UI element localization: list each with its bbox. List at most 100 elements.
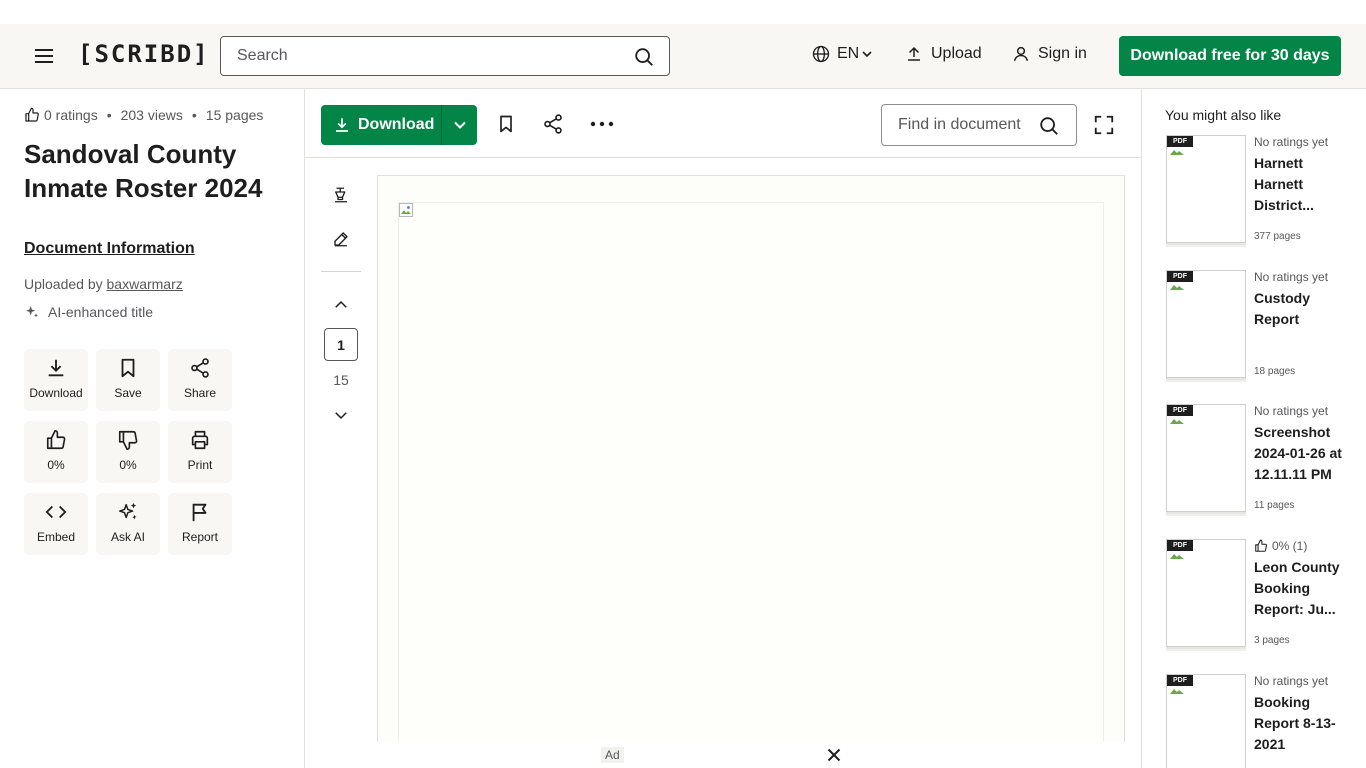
previous-page-button[interactable] <box>332 296 350 314</box>
print-action-label: Print <box>187 458 213 472</box>
thumbs-up-icon <box>1255 539 1267 552</box>
share-button[interactable] <box>542 113 564 135</box>
recommendation-item[interactable]: PDF No ratings yet Harnett Harnett Distr… <box>1166 135 1356 255</box>
find-in-document-input[interactable] <box>898 105 1038 145</box>
bookmark-icon <box>500 115 512 133</box>
broken-image-icon <box>1170 285 1184 290</box>
share-icon <box>191 358 209 378</box>
current-page-input[interactable]: 1 <box>324 328 358 361</box>
document-title: Sandoval County Inmate Roster 2024 <box>24 139 263 203</box>
next-page-button[interactable] <box>332 406 350 424</box>
fullscreen-button[interactable] <box>1093 114 1115 136</box>
document-thumbnail[interactable]: PDF <box>1166 404 1246 512</box>
print-action-button[interactable]: Print <box>168 421 232 483</box>
close-ad-button[interactable] <box>827 748 841 762</box>
recommendation-title[interactable]: Screenshot 2024-01-26 at 12.11.11 PM <box>1254 422 1354 485</box>
recommendation-pages: 377 pages <box>1254 231 1301 242</box>
download-label: Download <box>358 116 435 133</box>
recommendation-item[interactable]: PDF No ratings yet Custody Report 18 pag… <box>1166 270 1356 390</box>
embed-action-button[interactable]: Embed <box>24 493 88 555</box>
language-selector[interactable]: EN <box>812 45 872 63</box>
recommendation-rating: No ratings yet <box>1254 404 1329 418</box>
recommendation-pages: 3 pages <box>1254 635 1290 646</box>
recommendation-title[interactable]: Custody Report <box>1254 288 1354 330</box>
pages-count: 15 pages <box>205 107 264 123</box>
more-options-button[interactable] <box>590 117 614 131</box>
document-stats: 0 ratings • 203 views • 15 pages <box>24 107 263 123</box>
recommendation-rating: No ratings yet <box>1254 270 1329 284</box>
total-pages: 15 <box>333 372 349 388</box>
ratings-count: 0 ratings <box>44 107 98 123</box>
upload-label: Upload <box>931 45 982 62</box>
download-action-label: Download <box>29 386 83 400</box>
fullscreen-icon <box>1094 115 1114 135</box>
recommendation-rating: No ratings yet <box>1254 135 1329 149</box>
recommendation-item[interactable]: PDF No ratings yet Screenshot 2024-01-26… <box>1166 404 1356 524</box>
search-icon[interactable] <box>633 46 655 68</box>
save-action-label: Save <box>114 386 142 400</box>
pencil-icon <box>334 232 348 247</box>
chevron-up-icon <box>335 300 347 308</box>
recommendation-item[interactable]: PDF No ratings yet Booking Report 8-13-2… <box>1166 674 1356 768</box>
download-icon <box>336 118 348 132</box>
highlighter-icon <box>335 187 347 203</box>
recommendation-title[interactable]: Leon County Booking Report: Ju... <box>1254 557 1354 620</box>
document-thumbnail[interactable]: PDF <box>1166 270 1246 378</box>
document-information-link[interactable]: Document Information <box>24 240 195 258</box>
share-action-button[interactable]: Share <box>168 349 232 411</box>
recommendation-item[interactable]: PDF 0% (1) Leon County Booking Report: J… <box>1166 539 1356 659</box>
close-icon <box>827 748 841 762</box>
document-info-panel: 0 ratings • 203 views • 15 pages Sandova… <box>0 89 305 768</box>
sign-in-label: Sign in <box>1038 45 1087 62</box>
recommendation-rating: 0% (1) <box>1254 539 1307 553</box>
search-icon[interactable] <box>1038 115 1060 137</box>
broken-image-icon <box>1170 554 1184 559</box>
code-icon <box>45 505 67 519</box>
broken-image-icon <box>1170 419 1184 424</box>
sign-in-button[interactable]: Sign in <box>1012 45 1087 63</box>
ai-enhanced-title-note: AI-enhanced title <box>24 304 153 320</box>
highlight-tool-button[interactable] <box>332 186 350 204</box>
more-horizontal-icon <box>590 121 614 127</box>
chevron-down-icon <box>862 49 872 59</box>
recommendation-title[interactable]: Booking Report 8-13-2021 <box>1254 692 1354 755</box>
share-icon <box>544 114 562 134</box>
share-action-label: Share <box>183 386 217 400</box>
download-button[interactable]: Download <box>321 105 441 145</box>
like-action-button[interactable]: 0% <box>24 421 88 483</box>
recommendation-title[interactable]: Harnett Harnett District... <box>1254 153 1354 216</box>
broken-image-icon <box>1170 150 1184 155</box>
document-thumbnail[interactable]: PDF <box>1166 674 1246 768</box>
dislike-percentage: 0% <box>119 458 137 472</box>
sparkle-icon <box>24 304 40 320</box>
globe-icon <box>812 45 830 63</box>
scribd-logo[interactable]: [SCRIBD] <box>78 40 210 68</box>
search-box[interactable] <box>220 36 670 76</box>
download-free-trial-button[interactable]: Download free for 30 days <box>1119 36 1341 76</box>
search-input[interactable] <box>237 37 627 75</box>
download-icon <box>48 359 64 377</box>
upload-button[interactable]: Upload <box>905 45 982 63</box>
document-thumbnail[interactable]: PDF <box>1166 135 1246 243</box>
document-thumbnail[interactable]: PDF <box>1166 539 1246 647</box>
ai-enhanced-label: AI-enhanced title <box>48 304 154 320</box>
save-action-button[interactable]: Save <box>96 349 160 411</box>
uploader-link[interactable]: baxwarmarz <box>107 276 183 292</box>
embed-action-label: Embed <box>36 530 76 544</box>
download-action-button[interactable]: Download <box>24 349 88 411</box>
document-actions: Download Save Share 0% 0% Print Embed As… <box>24 349 232 555</box>
find-in-document-box[interactable] <box>881 104 1077 146</box>
menu-icon[interactable] <box>32 44 56 68</box>
viewer-side-tools: 1 15 <box>305 158 377 768</box>
dislike-action-button[interactable]: 0% <box>96 421 160 483</box>
ask-ai-action-button[interactable]: Ask AI <box>96 493 160 555</box>
bookmark-icon <box>121 358 135 378</box>
broken-image-icon <box>399 203 415 219</box>
download-options-button[interactable] <box>441 105 477 145</box>
save-bookmark-button[interactable] <box>496 113 516 135</box>
thumbs-up-icon <box>46 430 66 450</box>
annotate-tool-button[interactable] <box>332 230 350 248</box>
ad-label: Ad <box>601 747 624 763</box>
report-action-button[interactable]: Report <box>168 493 232 555</box>
recommendation-pages: 18 pages <box>1254 366 1296 377</box>
